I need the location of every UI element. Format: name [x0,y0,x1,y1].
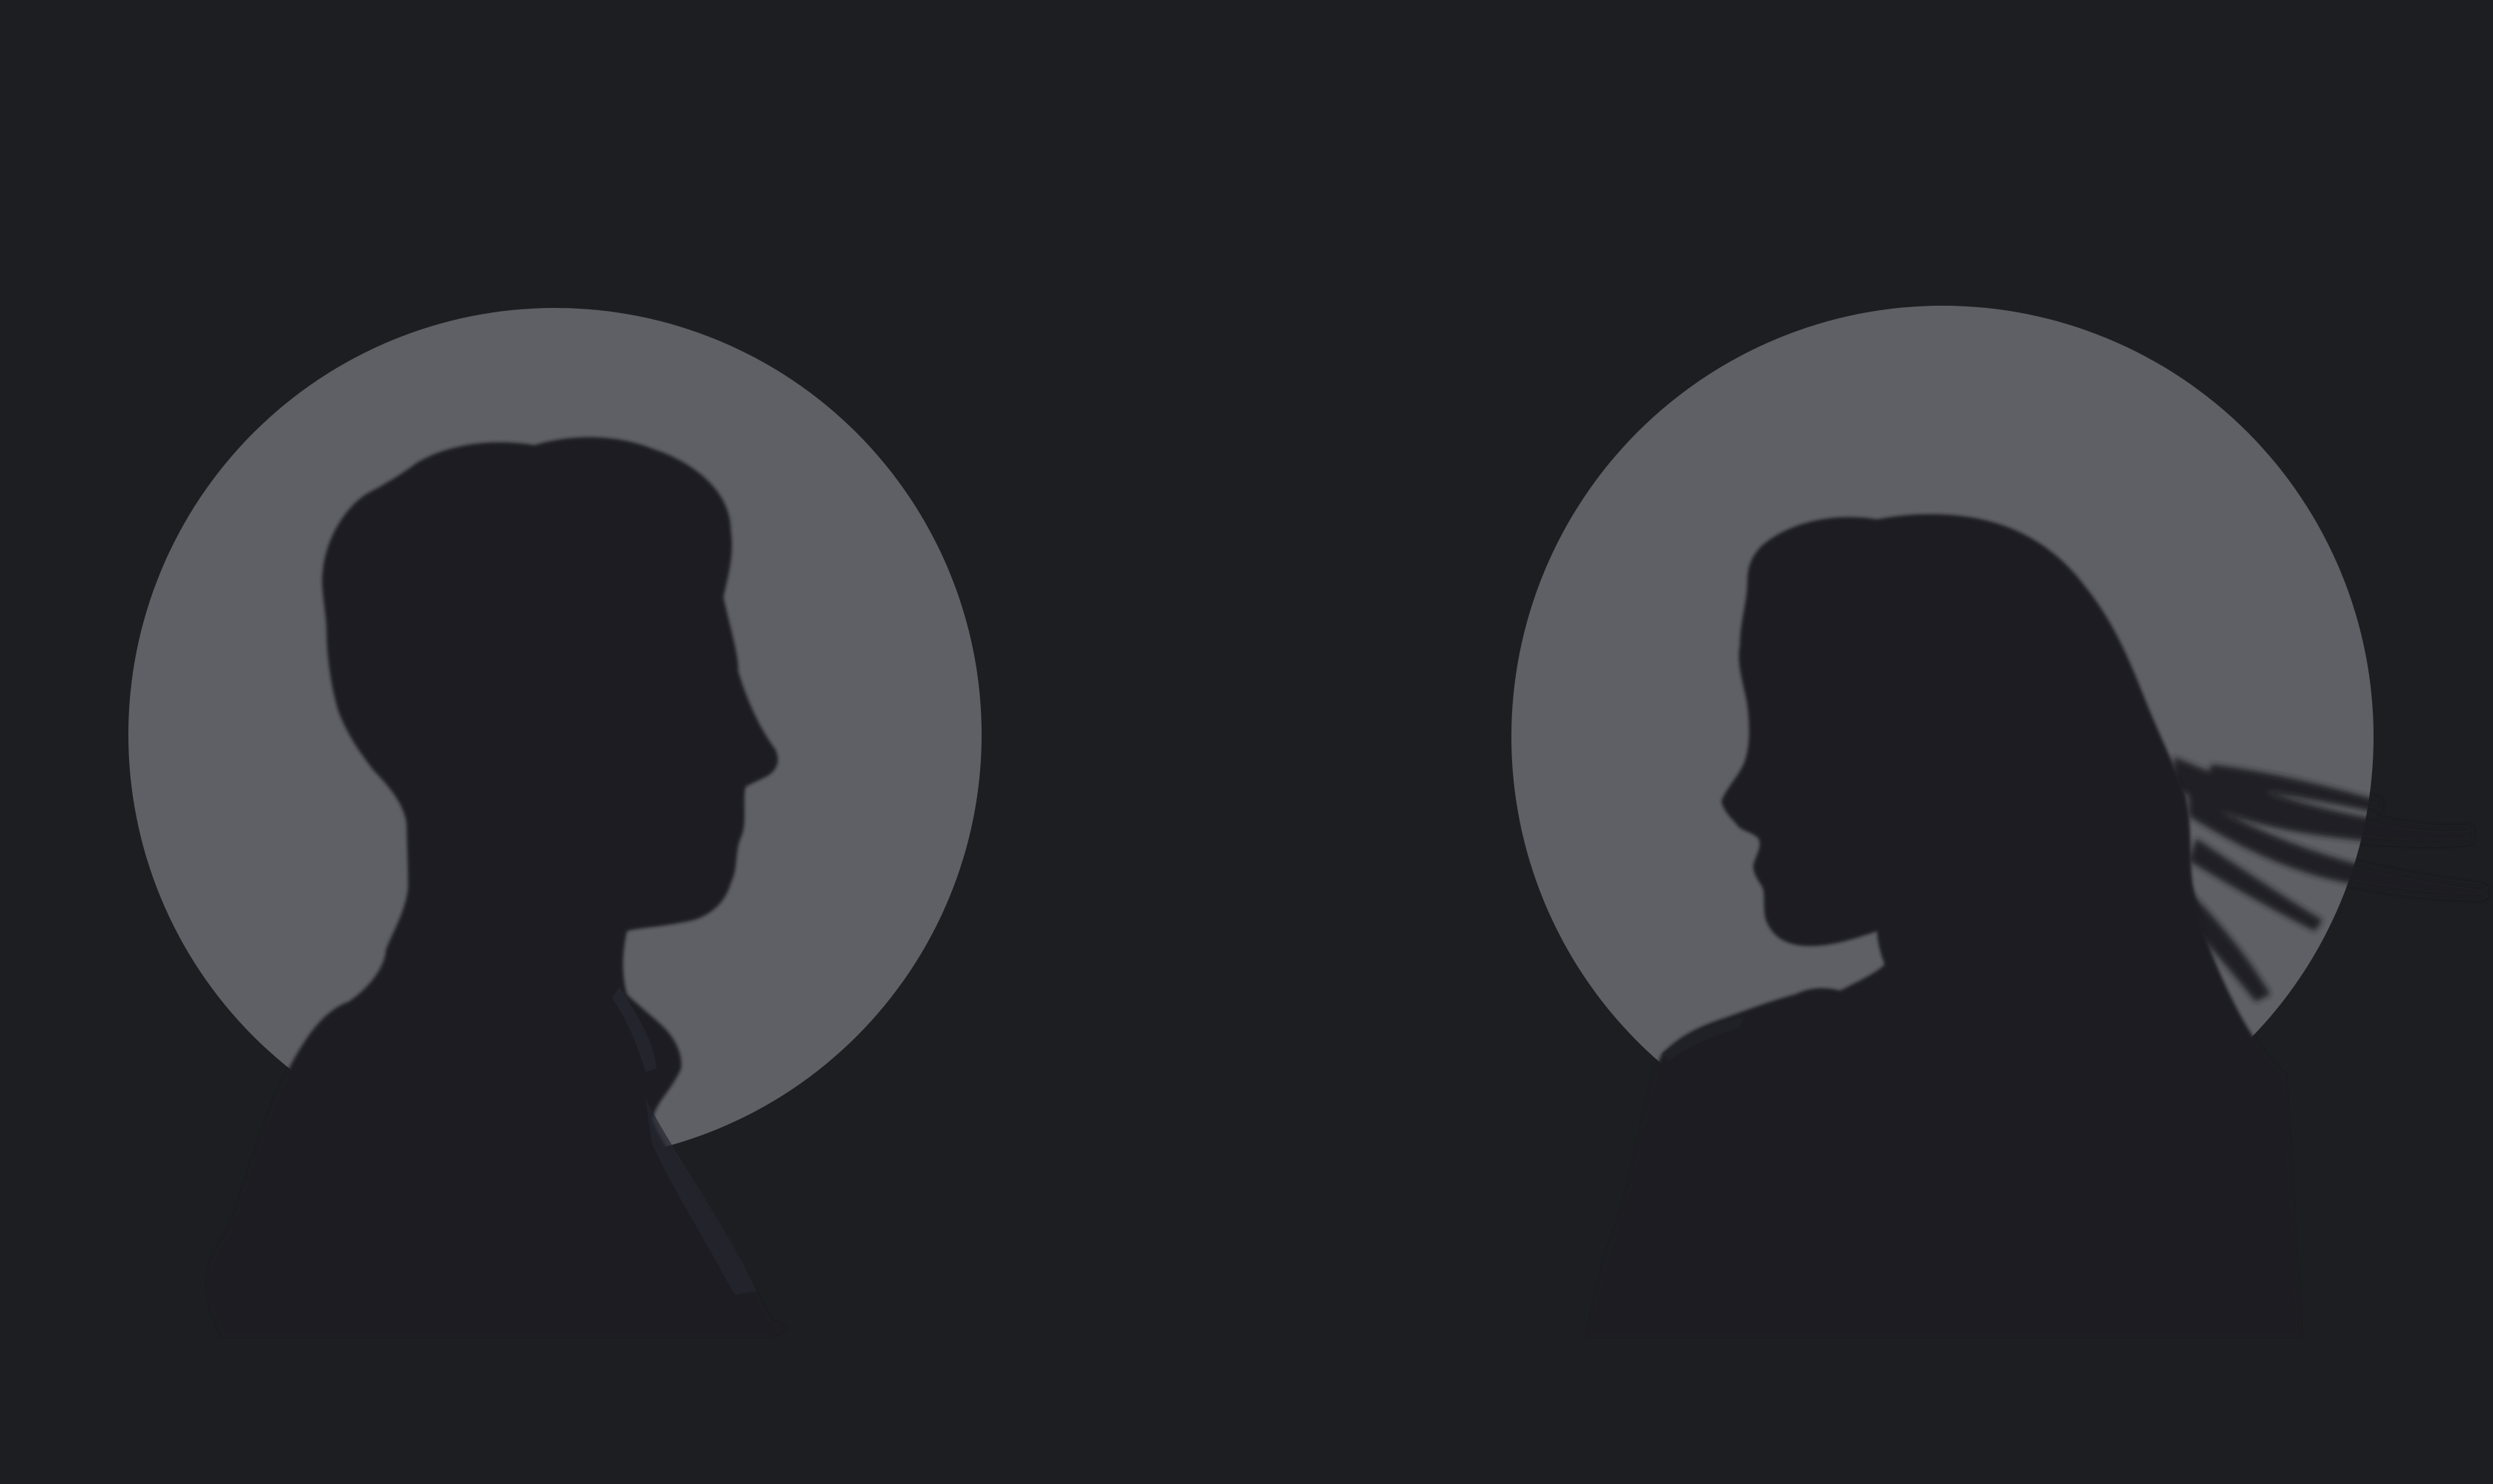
scene-artwork [0,0,2493,1484]
silhouette-scene [0,0,2493,1484]
